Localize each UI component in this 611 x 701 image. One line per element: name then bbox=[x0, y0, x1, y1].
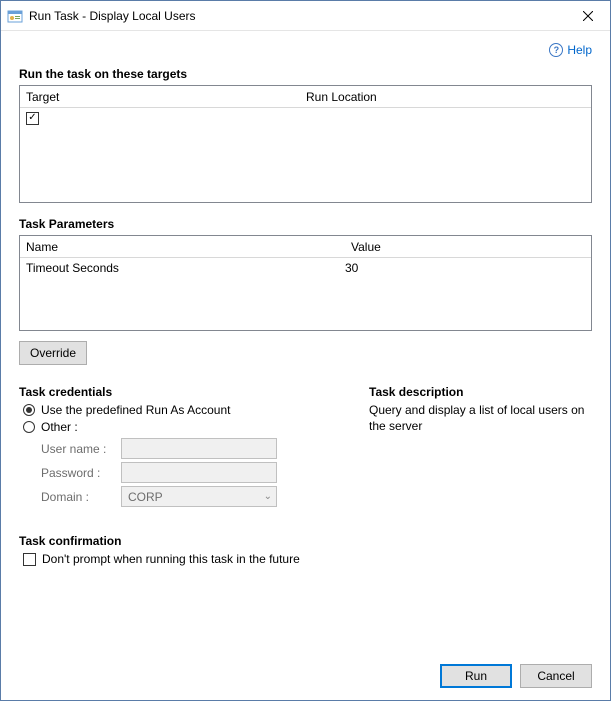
chevron-down-icon: ⌄ bbox=[264, 491, 272, 502]
radio-predefined[interactable]: Use the predefined Run As Account bbox=[23, 403, 349, 417]
table-row[interactable]: ✓ bbox=[20, 108, 591, 128]
close-icon bbox=[583, 11, 593, 21]
window-title: Run Task - Display Local Users bbox=[29, 9, 565, 23]
titlebar: Run Task - Display Local Users bbox=[1, 1, 610, 31]
help-link[interactable]: Help bbox=[567, 43, 592, 57]
domain-combo[interactable]: CORP ⌄ bbox=[121, 486, 277, 507]
confirm-checkbox[interactable] bbox=[23, 553, 36, 566]
password-input[interactable] bbox=[121, 462, 277, 483]
table-row[interactable]: Timeout Seconds 30 bbox=[20, 258, 591, 278]
dialog-footer: Run Cancel bbox=[19, 656, 592, 688]
cancel-button[interactable]: Cancel bbox=[520, 664, 592, 688]
run-button[interactable]: Run bbox=[440, 664, 512, 688]
close-button[interactable] bbox=[565, 1, 610, 31]
col-target[interactable]: Target bbox=[20, 90, 300, 104]
domain-label: Domain : bbox=[41, 490, 115, 504]
radio-icon bbox=[23, 404, 35, 416]
description-text: Query and display a list of local users … bbox=[369, 403, 592, 434]
override-button[interactable]: Override bbox=[19, 341, 87, 365]
confirmation-heading: Task confirmation bbox=[19, 534, 592, 548]
confirm-label: Don't prompt when running this task in t… bbox=[42, 552, 300, 566]
help-row: ? Help bbox=[19, 39, 592, 61]
radio-icon bbox=[23, 421, 35, 433]
confirmation-row[interactable]: Don't prompt when running this task in t… bbox=[23, 552, 592, 566]
param-name: Timeout Seconds bbox=[26, 261, 345, 275]
credentials-form: User name : Password : Domain : CORP ⌄ bbox=[41, 438, 349, 507]
params-list[interactable]: Name Value Timeout Seconds 30 bbox=[19, 235, 592, 331]
domain-value: CORP bbox=[128, 490, 163, 504]
radio-other[interactable]: Other : bbox=[23, 420, 349, 434]
params-heading: Task Parameters bbox=[19, 217, 592, 231]
password-label: Password : bbox=[41, 466, 115, 480]
col-run-location[interactable]: Run Location bbox=[300, 90, 591, 104]
description-heading: Task description bbox=[369, 385, 592, 399]
username-input[interactable] bbox=[121, 438, 277, 459]
credentials-heading: Task credentials bbox=[19, 385, 349, 399]
radio-other-label: Other : bbox=[41, 420, 78, 434]
help-icon: ? bbox=[549, 43, 563, 57]
app-icon bbox=[7, 8, 23, 24]
target-checkbox[interactable]: ✓ bbox=[26, 112, 39, 125]
param-value: 30 bbox=[345, 261, 585, 275]
dialog-window: Run Task - Display Local Users Window Sn… bbox=[0, 0, 611, 701]
targets-header-row: Target Run Location bbox=[20, 86, 591, 108]
dialog-content: Window Snip ? Help Run the task on these… bbox=[1, 31, 610, 700]
params-header-row: Name Value bbox=[20, 236, 591, 258]
username-label: User name : bbox=[41, 442, 115, 456]
targets-list[interactable]: Target Run Location ✓ bbox=[19, 85, 592, 203]
col-name[interactable]: Name bbox=[20, 240, 345, 254]
targets-heading: Run the task on these targets bbox=[19, 67, 592, 81]
radio-predefined-label: Use the predefined Run As Account bbox=[41, 403, 230, 417]
col-value[interactable]: Value bbox=[345, 240, 591, 254]
